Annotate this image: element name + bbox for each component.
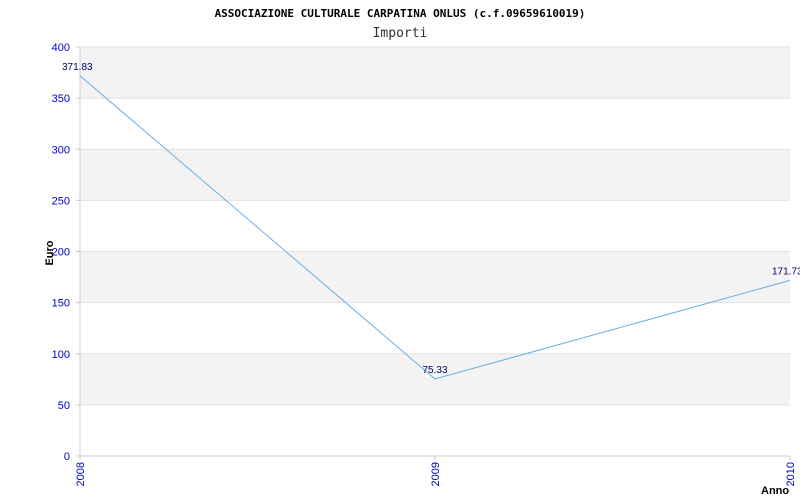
chart-subtitle: Importi (373, 26, 428, 41)
x-tick-label: 2009 (430, 462, 442, 486)
plot-band (80, 149, 790, 201)
chart: 050100150200250300350400 2008 2009 2010 37… (44, 7, 800, 497)
series-group (79, 75, 791, 380)
data-label: 371.83 (62, 62, 93, 73)
y-tick-label: 300 (52, 144, 70, 156)
plot-band (80, 47, 790, 99)
data-labels: 371.83 75.33 171.73 (62, 62, 800, 376)
x-tick-label: 2010 (785, 462, 797, 486)
y-tick-label: 250 (52, 195, 70, 207)
y-tick-label: 0 (64, 451, 70, 463)
y-axis-title: Euro (44, 240, 56, 265)
y-tick-label: 100 (52, 349, 70, 361)
data-label: 171.73 (772, 266, 800, 277)
x-tick-labels: 2008 2009 2010 (75, 456, 797, 486)
plot-band (80, 251, 790, 303)
series-line (79, 75, 791, 380)
y-tick-label: 350 (52, 93, 70, 105)
plot-bands (80, 47, 790, 405)
y-tick-label: 50 (58, 400, 70, 412)
y-tick-label: 150 (52, 298, 70, 310)
data-label: 75.33 (422, 365, 447, 376)
grid-lines (80, 46, 790, 406)
x-axis-title: Anno (761, 485, 789, 497)
x-tick-label: 2008 (75, 462, 87, 486)
y-tick-label: 400 (52, 42, 70, 54)
chart-title: ASSOCIAZIONE CULTURALE CARPATINA ONLUS (… (215, 7, 586, 20)
